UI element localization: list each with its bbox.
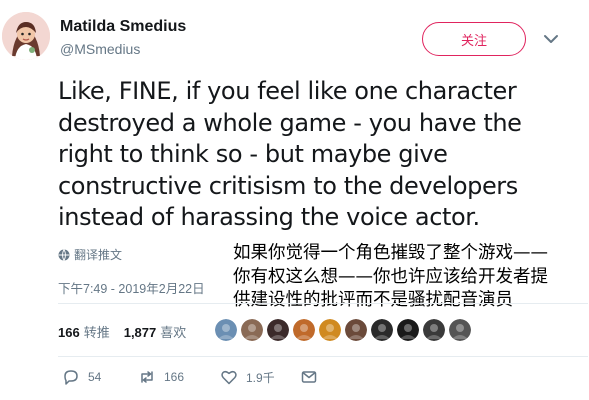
liker-avatar[interactable] — [241, 319, 263, 341]
liker-avatar[interactable] — [397, 319, 419, 341]
tweet-text: Like, FINE, if you feel like one charact… — [58, 76, 588, 234]
retweets-count: 166 — [58, 325, 80, 340]
retweets-stat[interactable]: 166 转推 — [58, 322, 110, 341]
follow-button[interactable]: 关注 — [422, 22, 526, 56]
overlay-line: 你有权这么想——你也许应该给开发者提 — [233, 266, 548, 287]
overlay-line: 供建设性的批评而不是骚扰配音演员 — [233, 290, 513, 310]
reply-icon — [62, 368, 80, 386]
divider — [58, 356, 588, 357]
author-display-name[interactable]: Matilda Smedius — [60, 18, 186, 36]
liker-avatar[interactable] — [319, 319, 341, 341]
like-count: 1.9千 — [246, 370, 275, 385]
likes-stat[interactable]: 1,877 喜欢 — [124, 322, 187, 341]
liker-avatar[interactable] — [215, 319, 237, 341]
tweet-line: destroyed a whole game - you have the — [58, 108, 522, 137]
author-handle[interactable]: @MSmedius — [60, 41, 140, 57]
envelope-icon — [300, 368, 318, 386]
retweets-label: 转推 — [83, 325, 110, 340]
tweet-actions: 54 166 1.9千 — [58, 368, 458, 390]
reply-count: 54 — [88, 370, 102, 384]
chevron-down-icon[interactable] — [543, 33, 559, 45]
translation-overlay: 如果你觉得一个角色摧毁了整个游戏—— 你有权这么想——你也许应该给开发者提 供建… — [233, 242, 585, 313]
direct-message-button[interactable] — [300, 368, 326, 386]
liker-avatar[interactable] — [371, 319, 393, 341]
globe-icon — [58, 248, 70, 261]
tweet-line: constructive critisism to the developers — [58, 171, 518, 200]
translate-label: 翻译推文 — [74, 248, 123, 262]
tweet-timestamp[interactable]: 下午7:49 - 2019年2月22日 — [58, 278, 205, 297]
tweet-line: Like, FINE, if you feel like one charact… — [58, 77, 517, 105]
liker-avatar[interactable] — [267, 319, 289, 341]
tweet-line: instead of harassing the voice actor. — [58, 203, 480, 231]
likes-label: 喜欢 — [160, 325, 187, 340]
translate-tweet-link[interactable]: 翻译推文 — [58, 246, 122, 263]
retweet-icon — [138, 368, 156, 386]
liker-avatar[interactable] — [345, 319, 367, 341]
liker-avatar[interactable] — [449, 319, 471, 341]
liker-avatar[interactable] — [293, 319, 315, 341]
tweet-line: right to think so - but maybe give — [58, 140, 448, 168]
likes-count: 1,877 — [123, 325, 157, 340]
like-button[interactable]: 1.9千 — [220, 368, 275, 386]
reply-button[interactable]: 54 — [62, 368, 101, 386]
heart-icon — [220, 368, 238, 386]
liker-avatar[interactable] — [423, 319, 445, 341]
overlay-line: 如果你觉得一个角色摧毁了整个游戏—— — [233, 243, 548, 263]
author-avatar[interactable] — [2, 12, 50, 60]
liker-avatars — [215, 319, 475, 341]
retweet-button[interactable]: 166 — [138, 368, 184, 386]
divider — [58, 303, 588, 304]
retweet-count: 166 — [164, 370, 185, 384]
tweet-stats: 166 转推 1,877 喜欢 — [58, 322, 200, 341]
